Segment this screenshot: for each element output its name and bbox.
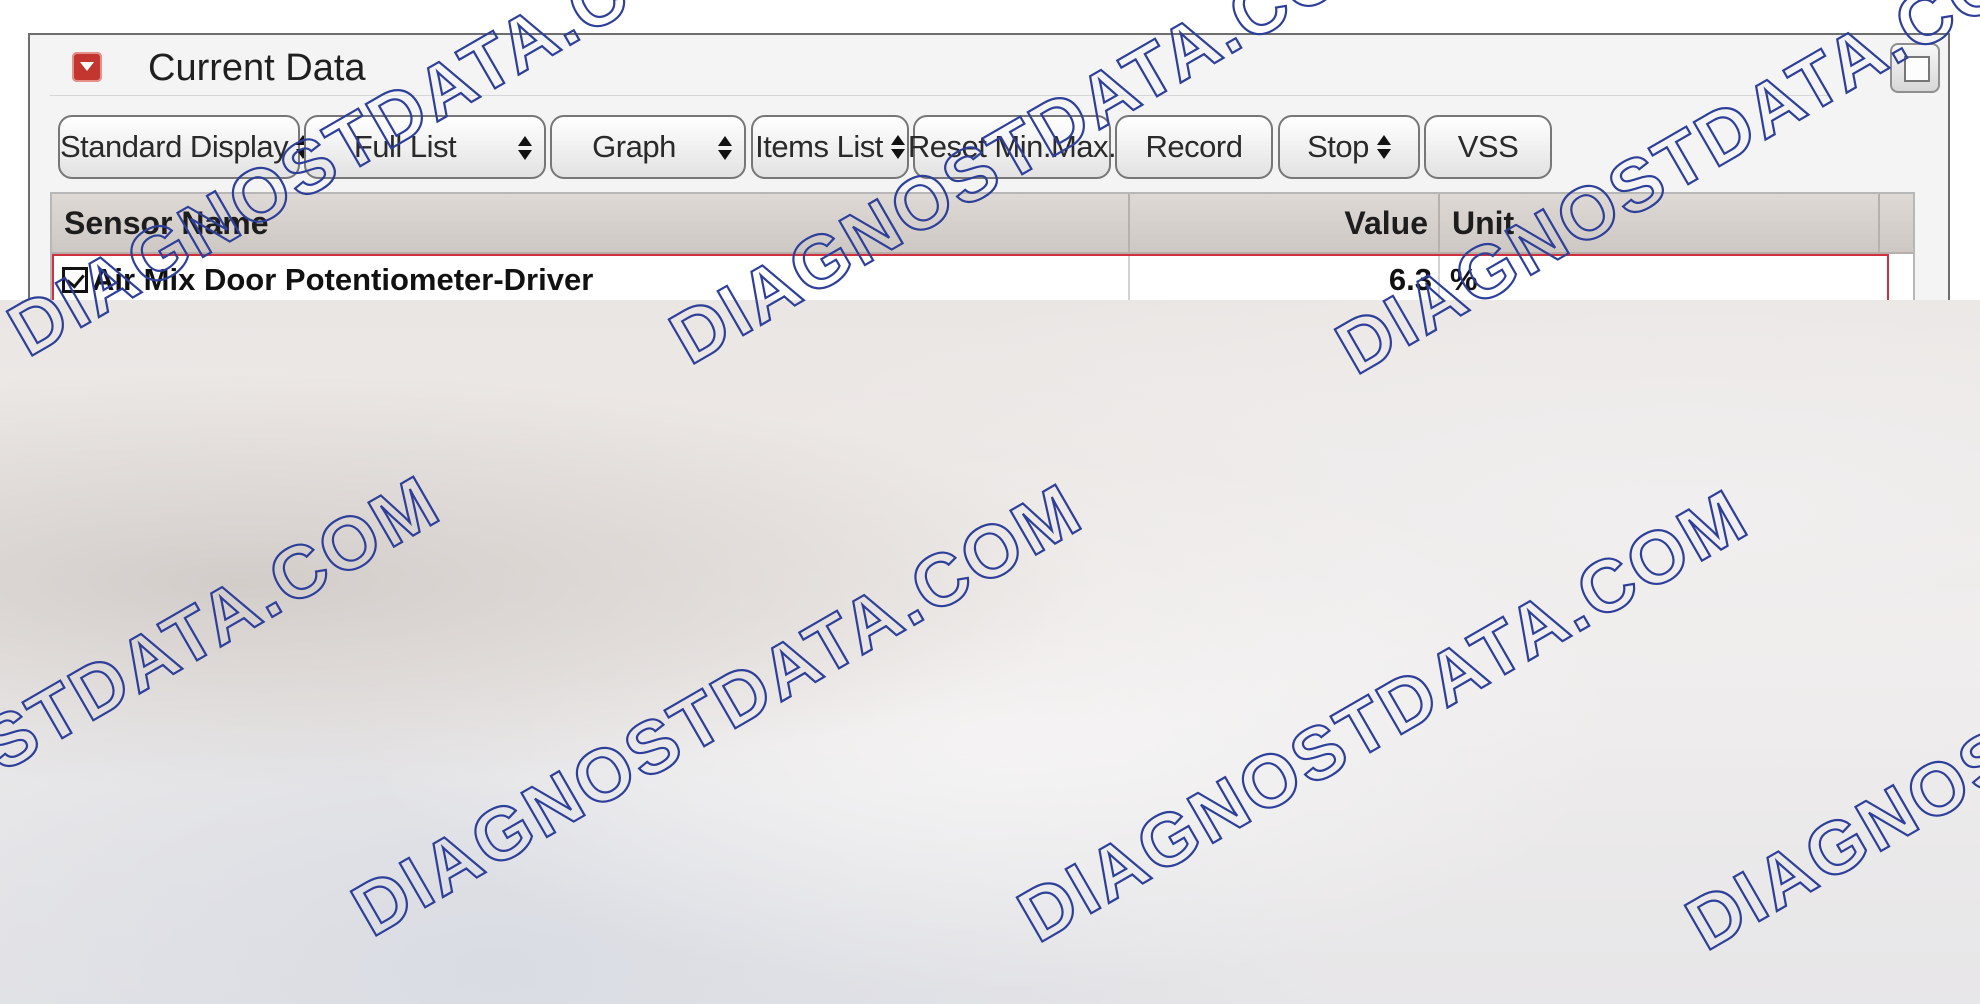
checkbox-checked-icon[interactable] <box>62 267 88 293</box>
reset-min-max-label: Reset Min.Max. <box>907 129 1117 164</box>
items-list-label: Items List <box>755 129 883 164</box>
sensor-unit: % <box>1450 262 1478 297</box>
record-button[interactable]: Record <box>1115 115 1273 179</box>
toolbar: Standard Display Full List Graph Items L… <box>48 115 1938 181</box>
table-row[interactable]: Air Mix Door Potentiometer-Driver 6.3 % <box>52 254 1889 300</box>
sensor-data-table: Sensor Name Value Unit Air Mix Door Pote… <box>50 192 1915 300</box>
graph-select[interactable]: Graph <box>550 115 746 179</box>
current-data-panel: Current Data Standard Display Full List … <box>28 33 1950 300</box>
spinner-icon <box>296 132 310 162</box>
column-header-sensor-name[interactable]: Sensor Name <box>52 194 1130 252</box>
standard-display-select[interactable]: Standard Display <box>58 115 310 179</box>
vss-label: VSS <box>1457 129 1519 164</box>
spinner-icon <box>890 132 905 162</box>
current-data-screenshot: Current Data Standard Display Full List … <box>0 0 1980 300</box>
spinner-icon <box>518 133 532 163</box>
column-header-value[interactable]: Value <box>1130 194 1440 252</box>
sensor-name: Air Mix Door Potentiometer-Driver <box>92 262 594 297</box>
spinner-icon <box>718 133 732 163</box>
full-list-select[interactable]: Full List <box>304 115 546 179</box>
stop-select[interactable]: Stop <box>1278 115 1420 179</box>
items-list-select[interactable]: Items List <box>751 115 909 179</box>
column-header-unit[interactable]: Unit <box>1440 194 1880 252</box>
graph-label: Graph <box>592 129 676 164</box>
reset-min-max-button[interactable]: Reset Min.Max. <box>908 115 1117 179</box>
full-list-label: Full List <box>353 129 457 164</box>
blurred-background <box>0 300 1980 1004</box>
column-divider <box>1438 256 1440 300</box>
standard-display-label: Standard Display <box>60 129 289 164</box>
column-divider <box>1128 256 1130 300</box>
maximize-icon[interactable] <box>1890 43 1940 93</box>
spinner-icon <box>1376 132 1391 162</box>
collapse-icon[interactable] <box>72 52 102 82</box>
record-label: Record <box>1145 129 1243 164</box>
vss-button[interactable]: VSS <box>1424 115 1552 179</box>
stop-label: Stop <box>1307 129 1369 164</box>
sensor-value: 6.3 <box>1388 262 1432 297</box>
panel-title: Current Data <box>148 47 366 89</box>
table-header: Sensor Name Value Unit <box>52 194 1913 254</box>
sensor-name-cell: Air Mix Door Potentiometer-Driver <box>62 256 1122 300</box>
